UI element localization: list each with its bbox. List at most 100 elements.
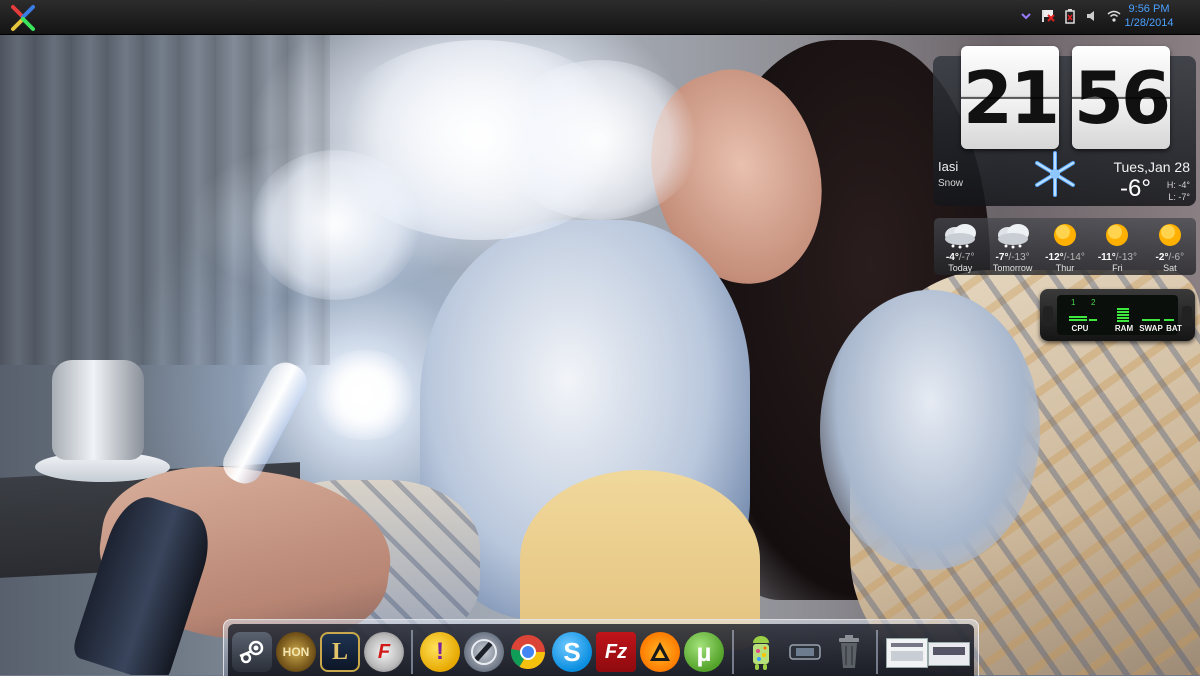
forecast-low: /-13° <box>1115 252 1137 263</box>
crossfire-icon: F <box>364 632 404 672</box>
flag-icon[interactable] <box>1040 8 1056 24</box>
sun-icon <box>1106 224 1129 246</box>
dock-item-chrome[interactable] <box>508 632 548 672</box>
ram-bar <box>1117 308 1129 322</box>
wallpaper-light-glare <box>310 350 420 440</box>
flip-divider <box>961 97 1059 99</box>
forecast-high: -7° <box>995 252 1009 263</box>
battery-icon[interactable] <box>1062 8 1078 24</box>
dock-item-controller[interactable] <box>785 632 825 672</box>
forecast-day-name: Today <box>948 263 973 273</box>
clock-hours: 21 <box>961 46 1060 149</box>
window-thumbnail <box>928 642 970 666</box>
wallpaper-fur-collar-right <box>820 290 1040 570</box>
dock-item-window-preview[interactable] <box>884 632 970 672</box>
dock-item-aimp[interactable] <box>640 632 680 672</box>
aimp-icon <box>640 632 680 672</box>
steam-icon <box>232 632 272 672</box>
window-thumbnail <box>886 638 928 668</box>
cpu-core-2-label: 2 <box>1091 298 1096 307</box>
forecast-high: -11° <box>1097 252 1116 263</box>
forecast-day: -2°/-6° Sat <box>1144 218 1196 275</box>
chrome-icon <box>508 632 548 672</box>
dota2-icon <box>464 632 504 672</box>
sun-icon <box>1158 224 1181 246</box>
forecast-day: -12°/-14° Thur <box>1039 218 1091 275</box>
dock-item-steam[interactable] <box>232 632 272 672</box>
forecast-day: -4°/-7° Today <box>934 218 986 275</box>
skype-icon: S <box>552 632 592 672</box>
swap-bar <box>1142 319 1160 322</box>
sun-icon <box>1054 224 1077 246</box>
meter-left-knob <box>1043 306 1053 326</box>
ram-label: RAM <box>1114 324 1134 333</box>
forecast-day-name: Thur <box>1055 263 1075 273</box>
forecast-low: /-7° <box>958 252 975 263</box>
x-logo-icon <box>11 5 35 31</box>
flip-divider <box>1072 97 1170 99</box>
dock-item-crossfire[interactable]: F <box>364 632 404 672</box>
forecast-high: -2° <box>1155 252 1169 263</box>
system-tray <box>1018 8 1122 24</box>
taskbar-date: 1/28/2014 <box>1124 17 1174 29</box>
dock-shelf: HON L F ! S Fz µ <box>228 624 974 676</box>
forecast-day-name: Sat <box>1163 263 1177 273</box>
cloud-snow-icon <box>945 224 977 249</box>
forecast-day: -7°/-13° Tomorrow <box>986 218 1038 275</box>
hon-icon: HON <box>276 632 316 672</box>
dock-item-filezilla[interactable]: Fz <box>596 632 636 672</box>
weather-date: Tues,Jan 28 <box>1113 159 1190 175</box>
dock-item-yahoo-messenger[interactable]: ! <box>420 632 460 672</box>
wallpaper-smoke <box>500 60 700 220</box>
wallpaper-smoke <box>250 150 420 300</box>
dock-item-recycle-bin[interactable] <box>829 632 869 672</box>
volume-icon[interactable] <box>1084 8 1100 24</box>
forecast-low: /-6° <box>1168 252 1185 263</box>
dock-separator <box>411 630 413 674</box>
weather-current-temp: -6° <box>1120 175 1151 202</box>
snowflake-icon <box>1035 151 1075 197</box>
forecast-day-name: Fri <box>1112 263 1123 273</box>
filezilla-icon: Fz <box>596 632 636 672</box>
forecast-low: /-14° <box>1063 252 1085 263</box>
chevron-down-icon[interactable] <box>1018 8 1034 24</box>
dock-item-utorrent[interactable]: µ <box>684 632 724 672</box>
system-meter-widget[interactable]: 1 2 CPU RAM SWAP BAT <box>1040 289 1195 341</box>
cpu-label: CPU <box>1071 324 1089 333</box>
high-label: H: <box>1166 180 1176 190</box>
top-taskbar: 9:56 PM 1/28/2014 <box>0 0 1200 35</box>
forecast-high: -12° <box>1045 252 1064 263</box>
dock-item-skype[interactable]: S <box>552 632 592 672</box>
meter-right-knob <box>1182 306 1192 326</box>
trash-icon <box>829 632 869 672</box>
meter-screen: 1 2 CPU RAM SWAP BAT <box>1057 295 1182 335</box>
start-button[interactable] <box>8 3 38 33</box>
utorrent-icon: µ <box>684 632 724 672</box>
cpu-bar <box>1089 319 1097 322</box>
taskbar-clock[interactable]: 9:56 PM 1/28/2014 <box>1114 2 1184 30</box>
cpu-bar <box>1069 316 1087 322</box>
weather-city: Iasi <box>938 159 959 174</box>
bat-label: BAT <box>1166 324 1182 333</box>
weather-forecast[interactable]: -4°/-7° Today -7°/-13° Tomorrow -12°/-14… <box>934 218 1196 275</box>
clock-minutes: 56 <box>1072 46 1171 149</box>
app-dock: HON L F ! S Fz µ <box>223 619 979 676</box>
dock-item-hon[interactable]: HON <box>276 632 316 672</box>
weather-condition: Snow <box>938 178 964 189</box>
wallpaper-teapot <box>52 360 144 460</box>
forecast-day-name: Tomorrow <box>992 263 1033 273</box>
gamepad-icon <box>785 632 825 672</box>
android-icon <box>741 632 781 672</box>
low-label: L: <box>1168 192 1176 202</box>
cpu-core-1-label: 1 <box>1071 298 1076 307</box>
yahoo-messenger-icon: ! <box>420 632 460 672</box>
high-temp: -4° <box>1178 180 1190 190</box>
battery-bar <box>1164 319 1174 322</box>
dock-item-dota2[interactable] <box>464 632 504 672</box>
dock-item-bluestacks[interactable] <box>741 632 781 672</box>
dock-item-league-of-legends[interactable]: L <box>320 632 360 672</box>
weather-high-low: H: -4° L: -7° <box>1167 179 1190 203</box>
dock-separator <box>876 630 878 674</box>
window-thumbnails-icon <box>884 632 970 672</box>
flip-clock-weather-widget[interactable]: 21 56 Iasi Snow Tues,Jan 28 -6° H: -4° L… <box>933 46 1196 208</box>
